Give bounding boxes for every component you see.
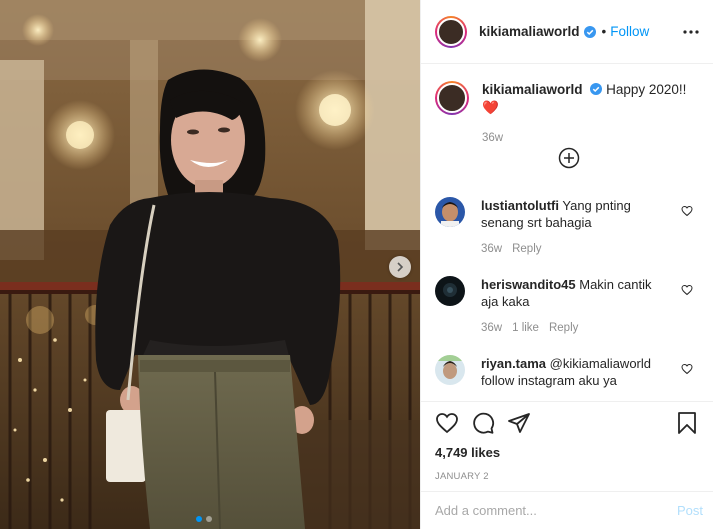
post-author-username[interactable]: kikiamaliaworld <box>479 24 580 39</box>
avatar[interactable] <box>435 81 469 115</box>
bookmark-icon[interactable] <box>675 411 699 435</box>
follow-button[interactable]: • Follow <box>602 24 650 39</box>
instagram-post-modal: kikiamaliaworld •Follow kikiamaliaworld <box>0 0 713 529</box>
carousel-indicator <box>196 516 212 522</box>
add-comment-bar: Post <box>421 491 713 529</box>
comment-timestamp[interactable]: 36w <box>481 243 502 255</box>
comment-likes[interactable]: 1 like <box>512 322 539 334</box>
post-photo[interactable] <box>0 0 420 529</box>
heart-icon[interactable] <box>681 205 693 217</box>
verified-badge-icon <box>590 83 603 95</box>
comment-item: riyan.tama @kikiamaliaworld follow insta… <box>435 355 701 389</box>
heart-icon[interactable] <box>681 363 693 375</box>
share-icon[interactable] <box>507 411 531 435</box>
post-date[interactable]: JANUARY 2 <box>421 471 713 482</box>
comments-section: kikiamaliaworld Happy 2020!! ❤️ 36w lusti… <box>421 65 713 401</box>
more-options-icon <box>683 29 699 34</box>
comment-timestamp[interactable]: 36w <box>481 322 502 334</box>
comment-input[interactable] <box>435 503 677 518</box>
caption-text: Happy 2020!! <box>606 82 687 97</box>
next-photo-button[interactable] <box>389 256 411 278</box>
verified-badge-icon <box>583 25 596 38</box>
caption-timestamp[interactable]: 36w <box>482 129 701 147</box>
plus-circle-icon[interactable] <box>558 147 580 169</box>
post-header: kikiamaliaworld • Follow <box>421 0 713 64</box>
reply-button[interactable]: Reply <box>512 243 541 255</box>
heart-emoji: ❤️ <box>482 100 499 115</box>
heart-icon[interactable] <box>681 284 693 296</box>
photo-woman-in-hotel-lobby <box>0 0 420 529</box>
comment-username[interactable]: lustiantolutfi <box>481 198 559 213</box>
follow-label: Follow <box>610 24 650 39</box>
avatar-image <box>435 197 465 227</box>
post-caption: kikiamaliaworld Happy 2020!! ❤️ 36w <box>421 65 713 147</box>
comment-username[interactable]: heriswandito45 <box>481 277 576 292</box>
carousel-dot <box>196 516 202 522</box>
more-options-button[interactable] <box>681 22 701 42</box>
post-actions: 4,749 likes JANUARY 2 <box>421 401 713 482</box>
post-side-panel: kikiamaliaworld •Follow kikiamaliaworld <box>420 0 713 529</box>
avatar[interactable] <box>435 276 465 306</box>
avatar-image <box>435 276 465 306</box>
caption-username[interactable]: kikiamaliaworld <box>482 82 583 97</box>
comment-item: lustiantolutfi Yang pnting senang srt ba… <box>435 197 701 258</box>
reply-button[interactable]: Reply <box>549 322 578 334</box>
likes-count[interactable]: 4,749 likes <box>421 444 713 462</box>
avatar-image <box>437 83 467 113</box>
comment-item: heriswandito45 Makin cantik aja kaka 36w… <box>435 276 701 337</box>
comment-username[interactable]: riyan.tama <box>481 356 546 371</box>
comment-icon[interactable] <box>471 411 495 435</box>
avatar-image <box>437 17 465 46</box>
avatar[interactable] <box>435 197 465 227</box>
heart-icon[interactable] <box>435 411 459 435</box>
post-comment-button[interactable]: Post <box>677 503 703 518</box>
avatar-image <box>435 355 465 385</box>
avatar[interactable] <box>435 355 465 385</box>
follow-separator: • <box>601 24 607 39</box>
avatar[interactable] <box>435 15 467 48</box>
carousel-dot <box>206 516 212 522</box>
chevron-right-icon <box>397 262 404 272</box>
